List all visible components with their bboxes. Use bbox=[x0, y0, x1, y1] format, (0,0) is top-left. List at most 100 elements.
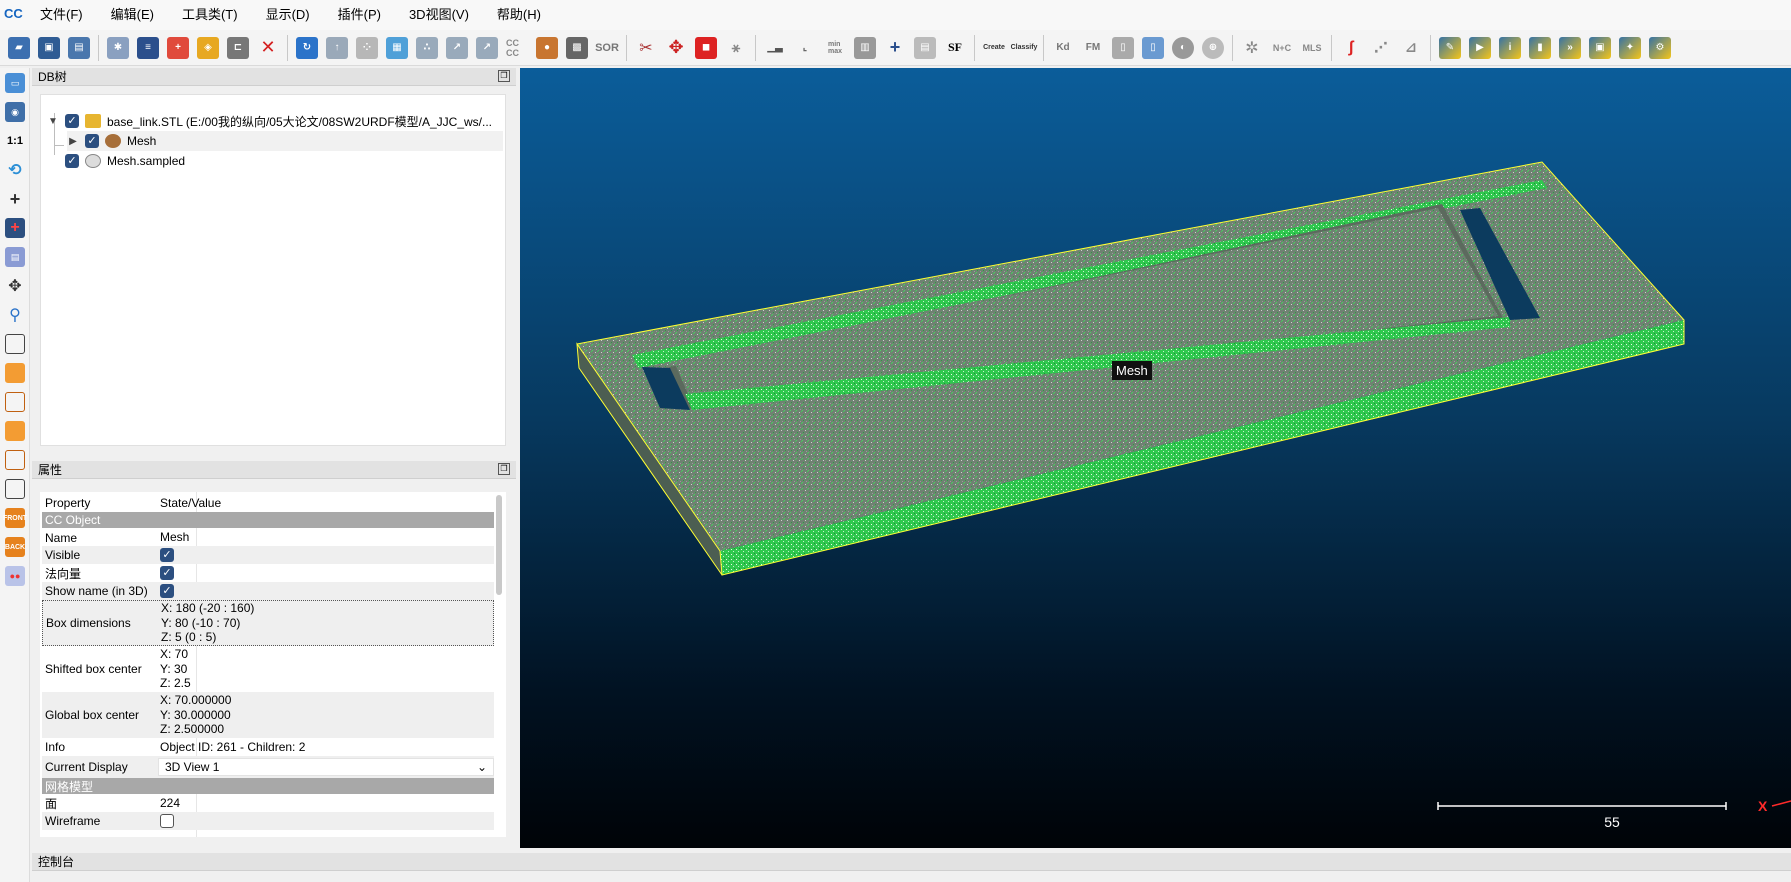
tree-item-base-link[interactable]: ▼ ✓ base_link.STL (E:/00我的纵向/05大论文/08SW2… bbox=[47, 111, 492, 131]
sample-points-button[interactable]: ⁘ bbox=[352, 33, 382, 63]
distance2-button[interactable]: ↗ bbox=[472, 33, 502, 63]
doc-button[interactable]: ▯ bbox=[1108, 33, 1138, 63]
calculator-button[interactable]: ▤ bbox=[910, 33, 940, 63]
pivot-button[interactable]: + bbox=[1, 185, 29, 213]
kd-button[interactable]: ● bbox=[532, 33, 562, 63]
add-button[interactable]: + bbox=[880, 33, 910, 63]
canupo-classify-button[interactable]: Classify bbox=[1009, 33, 1039, 63]
clone-settings-button[interactable]: ✱ bbox=[103, 33, 133, 63]
ncm-button[interactable]: N+C bbox=[1267, 33, 1297, 63]
menu-edit[interactable]: 编辑(E) bbox=[97, 0, 168, 30]
save-all-button[interactable]: ▤ bbox=[64, 33, 94, 63]
menu-help[interactable]: 帮助(H) bbox=[483, 0, 555, 30]
checkbox-unchecked-icon[interactable] bbox=[160, 814, 174, 828]
sf-button[interactable]: SF bbox=[940, 33, 970, 63]
properties-scrollbar[interactable] bbox=[496, 495, 502, 595]
toolbar-separator bbox=[1232, 34, 1233, 61]
view-top-button[interactable] bbox=[1, 330, 29, 358]
menu-display[interactable]: 显示(D) bbox=[252, 0, 324, 30]
prop-row-normals: 法向量 ✓ bbox=[42, 564, 494, 582]
stereo-button[interactable]: ●● bbox=[1, 562, 29, 590]
s-curve-button[interactable]: ʃ bbox=[1336, 33, 1366, 63]
align-button[interactable]: ↻ bbox=[292, 33, 322, 63]
histogram-button[interactable]: ▁▃ bbox=[760, 33, 790, 63]
fullscreen-button[interactable]: ▭ bbox=[1, 69, 29, 97]
view-iso-front-button[interactable]: FRONT bbox=[1, 504, 29, 532]
python-package-button[interactable]: ▣ bbox=[1585, 33, 1615, 63]
subsample-button[interactable]: ∴ bbox=[412, 33, 442, 63]
cut-button[interactable]: ✂ bbox=[631, 33, 661, 63]
expand-arrow-icon[interactable]: ▼ bbox=[47, 116, 59, 127]
table-button[interactable]: ▥ bbox=[850, 33, 880, 63]
sor-button[interactable]: SOR bbox=[592, 33, 622, 63]
mesh-render bbox=[576, 161, 1791, 810]
view-right-button[interactable] bbox=[1, 446, 29, 474]
python-run-button[interactable]: ▶ bbox=[1465, 33, 1495, 63]
view-left-button[interactable] bbox=[1, 388, 29, 416]
3d-viewport[interactable]: Mesh 55 X bbox=[520, 68, 1791, 848]
open-file-button[interactable]: ▰ bbox=[4, 33, 34, 63]
rotate-button[interactable]: ⟲ bbox=[1, 156, 29, 184]
menu-3dview[interactable]: 3D视图(V) bbox=[395, 0, 483, 30]
view-front-button[interactable] bbox=[1, 359, 29, 387]
zoom-button[interactable]: ⚲ bbox=[1, 301, 29, 329]
translate-button[interactable]: ✥ bbox=[661, 33, 691, 63]
save-button[interactable]: ▣ bbox=[34, 33, 64, 63]
pick-button[interactable]: ⚹ bbox=[721, 33, 751, 63]
kd-tree-button[interactable]: Kd bbox=[1048, 33, 1078, 63]
puzzle-button[interactable]: ✲ bbox=[1237, 33, 1267, 63]
menu-file[interactable]: 文件(F) bbox=[26, 0, 97, 30]
graph-button[interactable]: ⋰ bbox=[1366, 33, 1396, 63]
globe-button[interactable]: ⊕ bbox=[1198, 33, 1228, 63]
checkbox-checked-icon[interactable]: ✓ bbox=[65, 114, 79, 128]
python-info-button[interactable]: i bbox=[1495, 33, 1525, 63]
properties-list-button[interactable]: ≡ bbox=[133, 33, 163, 63]
pan-button[interactable]: ✥ bbox=[1, 272, 29, 300]
python-settings-button[interactable]: ⚙ bbox=[1645, 33, 1675, 63]
screenshot-button[interactable]: ◉ bbox=[1, 98, 29, 126]
view-bottom-button[interactable] bbox=[1, 475, 29, 503]
checkbox-checked-icon[interactable]: ✓ bbox=[85, 134, 99, 148]
mls-button[interactable]: MLS bbox=[1297, 33, 1327, 63]
checkbox-checked-icon[interactable]: ✓ bbox=[160, 584, 174, 598]
cc-button[interactable]: CC CC bbox=[502, 33, 532, 63]
display-select[interactable]: 3D View 1 ⌄ bbox=[158, 758, 494, 776]
canupo-create-button[interactable]: Create bbox=[979, 33, 1009, 63]
segment-button[interactable]: ◈ bbox=[193, 33, 223, 63]
checkbox-checked-icon[interactable]: ✓ bbox=[160, 548, 174, 562]
properties-table: Property State/Value CC Object Name Mesh… bbox=[40, 492, 506, 837]
plot-button[interactable]: ⌞ bbox=[790, 33, 820, 63]
tree-item-mesh[interactable]: ▶ ✓ Mesh bbox=[67, 131, 503, 151]
float-icon[interactable]: ❐ bbox=[498, 70, 510, 82]
collapse-arrow-icon[interactable]: ▶ bbox=[67, 136, 79, 147]
checkbox-checked-icon[interactable]: ✓ bbox=[65, 154, 79, 168]
pivot-active-button[interactable]: + bbox=[1, 214, 29, 242]
tree-item-mesh-sampled[interactable]: ✓ Mesh.sampled bbox=[59, 151, 185, 171]
mesh-button[interactable]: ▦ bbox=[382, 33, 412, 63]
python-console-button[interactable]: » bbox=[1555, 33, 1585, 63]
noise-button[interactable]: ▩ bbox=[562, 33, 592, 63]
view-iso-back-button[interactable]: BACK bbox=[1, 533, 29, 561]
float-icon[interactable]: ❐ bbox=[498, 463, 510, 475]
python-edit-button[interactable]: ✎ bbox=[1435, 33, 1465, 63]
view-back-button[interactable] bbox=[1, 417, 29, 445]
delete-button[interactable]: ✕ bbox=[253, 33, 283, 63]
distance-button[interactable]: ↗ bbox=[442, 33, 472, 63]
menu-plugins[interactable]: 插件(P) bbox=[324, 0, 395, 30]
transform-button[interactable]: + bbox=[163, 33, 193, 63]
perspective-button[interactable]: ▤ bbox=[1, 243, 29, 271]
fm-button[interactable]: FM bbox=[1078, 33, 1108, 63]
python-doc-button[interactable]: ▮ bbox=[1525, 33, 1555, 63]
min-max-button[interactable]: min max bbox=[820, 33, 850, 63]
normals-button[interactable]: ↑ bbox=[322, 33, 352, 63]
camera-button[interactable]: ⊿ bbox=[1396, 33, 1426, 63]
doc2-button[interactable]: ▯ bbox=[1138, 33, 1168, 63]
clipping-box-button[interactable]: ◼ bbox=[691, 33, 721, 63]
zoom-1to1-button[interactable]: 1:1 bbox=[1, 127, 29, 155]
sphere-button[interactable]: ◐ bbox=[1168, 33, 1198, 63]
python-tools-button[interactable]: ✦ bbox=[1615, 33, 1645, 63]
prop-value[interactable]: Mesh bbox=[156, 529, 494, 546]
menu-tools[interactable]: 工具类(T) bbox=[168, 0, 252, 30]
checkbox-checked-icon[interactable]: ✓ bbox=[160, 566, 174, 580]
merge-button[interactable]: ⊏ bbox=[223, 33, 253, 63]
